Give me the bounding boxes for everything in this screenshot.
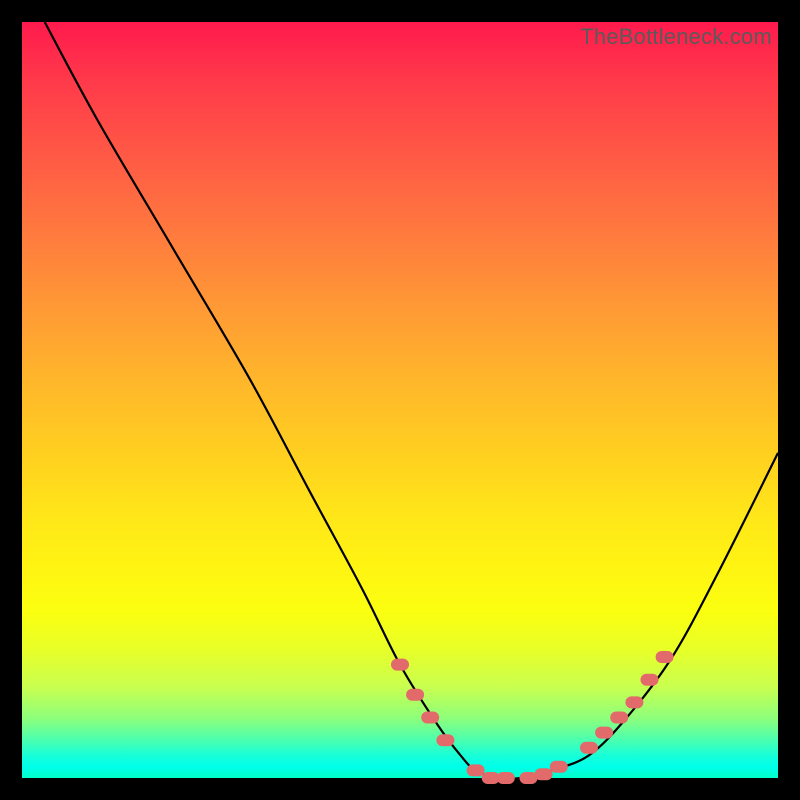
curve-marker xyxy=(595,727,613,739)
curve-marker xyxy=(580,742,598,754)
curve-marker xyxy=(436,734,454,746)
curve-marker xyxy=(535,768,553,780)
curve-marker xyxy=(391,659,409,671)
curve-marker xyxy=(421,712,439,724)
curve-marker xyxy=(550,761,568,773)
curve-marker xyxy=(497,772,515,784)
bottleneck-curve xyxy=(45,22,778,779)
curve-marker xyxy=(625,696,643,708)
chart-frame: TheBottleneck.com xyxy=(22,22,778,778)
chart-svg xyxy=(22,22,778,778)
watermark-text: TheBottleneck.com xyxy=(580,24,772,50)
curve-marker xyxy=(610,712,628,724)
curve-marker xyxy=(656,651,674,663)
curve-marker xyxy=(406,689,424,701)
curve-marker xyxy=(467,764,485,776)
curve-markers xyxy=(391,651,674,784)
curve-marker xyxy=(641,674,659,686)
